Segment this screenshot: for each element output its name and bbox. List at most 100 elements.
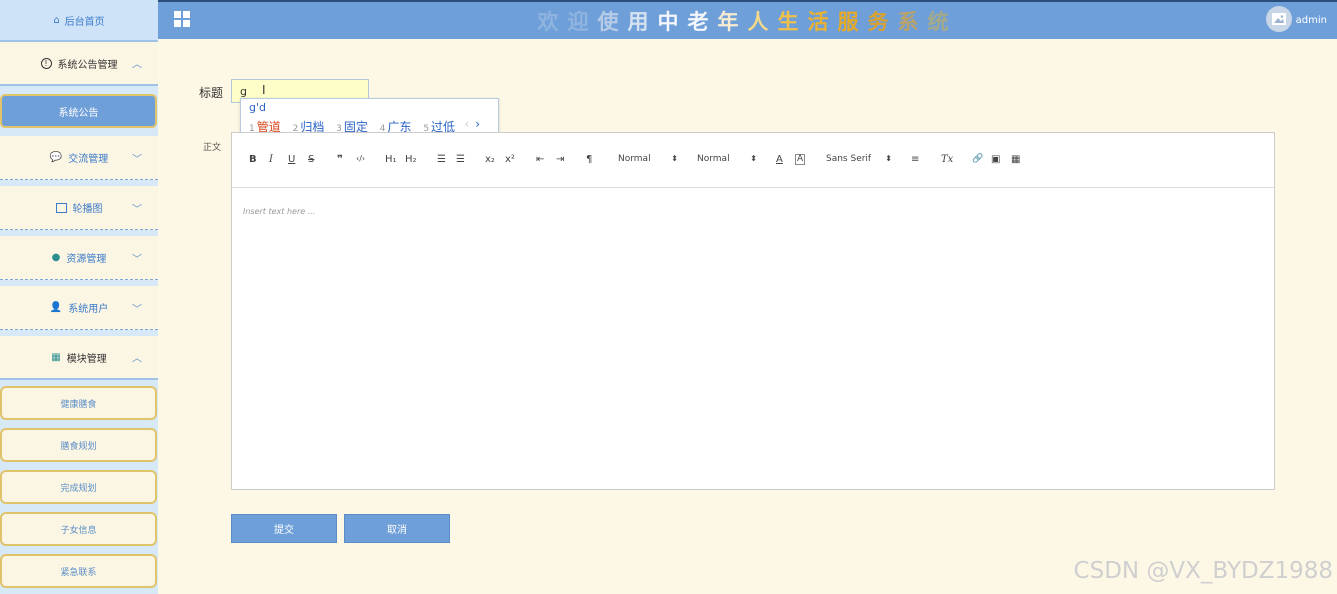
sidebar-sub-label: 膳食规划: [60, 441, 97, 452]
header-1-button[interactable]: H₁: [385, 154, 397, 165]
sidebar: ⌂ 后台首页 ! 系统公告管理 ︿ 系统公告 💬 交流管理 ﹀ 轮播图 ﹀ ● …: [0, 0, 158, 594]
title-char: 统: [927, 10, 958, 34]
title-char: 迎: [567, 10, 598, 34]
title-char: 使: [597, 10, 628, 34]
subscript-button[interactable]: x₂: [485, 154, 495, 165]
select-arrows-icon: ⬍: [671, 154, 678, 163]
title-char: 服: [837, 10, 868, 34]
code-block-button[interactable]: ‹/›: [356, 154, 365, 163]
superscript-button[interactable]: x²: [505, 154, 515, 165]
rich-text-editor: B I U S ❞ ‹/› H₁ H₂ ☰ ☰ x₂ x² ⇤ ⇥ ¶ Norm…: [231, 132, 1275, 490]
indent-button[interactable]: ⇥: [556, 154, 564, 165]
title-char: 活: [807, 10, 838, 34]
text-color-button[interactable]: A: [776, 154, 783, 165]
size-select-value: Normal: [618, 154, 651, 164]
font-select-value: Sans Serif: [826, 154, 872, 164]
ime-composition: g'd: [249, 101, 266, 114]
sidebar-sub-label: 完成规划: [60, 483, 97, 494]
sidebar-item-home[interactable]: ⌂ 后台首页: [0, 0, 158, 42]
editor-placeholder[interactable]: Insert text here ...: [243, 207, 315, 216]
ordered-list-button[interactable]: ☰: [437, 154, 446, 165]
chevron-down-icon: ﹀: [132, 154, 142, 165]
chevron-down-icon: ﹀: [132, 204, 142, 215]
font-select[interactable]: Sans Serif ⬍: [826, 154, 892, 164]
title-char: 欢: [537, 10, 568, 34]
select-arrows-icon: ⬍: [885, 154, 892, 163]
avatar-image-icon: [1272, 13, 1286, 25]
title-char: 用: [627, 10, 658, 34]
sidebar-sub-label: 子女信息: [60, 525, 97, 536]
page-title: 欢迎使用中老年人生活服务系统: [158, 6, 1337, 36]
title-char: 系: [897, 10, 928, 34]
title-char: 年: [717, 10, 748, 34]
sidebar-item-users[interactable]: 👤 系统用户 ﹀: [0, 286, 158, 330]
underline-button[interactable]: U: [288, 154, 295, 165]
sidebar-resources-label: 资源管理: [66, 254, 107, 265]
grid-icon: ▦: [51, 351, 61, 363]
sidebar-item-carousel[interactable]: 轮播图 ﹀: [0, 186, 158, 230]
submit-button[interactable]: 提交: [231, 514, 337, 543]
sidebar-carousel-label: 轮播图: [72, 204, 103, 215]
align-button[interactable]: ≡: [911, 154, 919, 165]
sidebar-item-children-info[interactable]: 子女信息: [0, 512, 157, 546]
sidebar-item-modules[interactable]: ▦ 模块管理 ︿: [0, 336, 158, 380]
body-label: 正文: [203, 143, 222, 153]
sidebar-announcement-active-label: 系统公告: [58, 107, 99, 119]
sidebar-exchange-label: 交流管理: [68, 154, 109, 165]
header-select-value: Normal: [697, 154, 730, 164]
strike-button[interactable]: S: [308, 154, 314, 165]
title-char: 生: [777, 10, 808, 34]
chevron-down-icon: ﹀: [132, 254, 142, 265]
link-button[interactable]: 🔗: [972, 154, 983, 164]
sidebar-item-announcement-management[interactable]: ! 系统公告管理 ︿: [0, 42, 158, 86]
italic-button[interactable]: I: [269, 154, 273, 165]
chat-icon: 💬: [49, 152, 63, 163]
size-select[interactable]: Normal ⬍: [618, 154, 678, 164]
chevron-down-icon: ﹀: [132, 304, 142, 315]
module-submenu: 健康膳食 膳食规划 完成规划 子女信息 紧急联系: [0, 380, 158, 588]
top-header: 欢迎使用中老年人生活服务系统 admin: [158, 0, 1337, 39]
home-icon: ⌂: [53, 14, 60, 26]
title-char: 务: [867, 10, 898, 34]
bullet-list-button[interactable]: ☰: [456, 154, 465, 165]
sidebar-item-resources[interactable]: ● 资源管理 ﹀: [0, 236, 158, 280]
sidebar-item-exchange[interactable]: 💬 交流管理 ﹀: [0, 136, 158, 180]
sidebar-home-label: 后台首页: [64, 16, 105, 28]
avatar[interactable]: [1266, 6, 1292, 32]
text-direction-button[interactable]: ¶: [586, 154, 592, 165]
ime-next-page-icon[interactable]: ›: [475, 117, 480, 131]
title-label: 标题: [199, 86, 224, 100]
outdent-button[interactable]: ⇤: [536, 154, 544, 165]
username[interactable]: admin: [1296, 15, 1327, 26]
blockquote-button[interactable]: ❞: [337, 154, 343, 165]
sidebar-item-healthy-diet[interactable]: 健康膳食: [0, 386, 157, 420]
title-char: 老: [687, 10, 718, 34]
image-icon: [55, 202, 67, 213]
header-select[interactable]: Normal ⬍: [697, 154, 757, 164]
sidebar-item-announcement[interactable]: 系统公告: [0, 94, 157, 128]
title-char: 人: [747, 10, 778, 34]
sidebar-item-diet-plan[interactable]: 膳食规划: [0, 428, 157, 462]
sidebar-modules-label: 模块管理: [66, 353, 107, 365]
chevron-up-icon: ︿: [132, 59, 142, 71]
video-button[interactable]: ▦: [1011, 154, 1020, 165]
sidebar-item-completed-plan[interactable]: 完成规划: [0, 470, 157, 504]
editor-toolbar: B I U S ❞ ‹/› H₁ H₂ ☰ ☰ x₂ x² ⇤ ⇥ ¶ Norm…: [232, 133, 1274, 188]
select-arrows-icon: ⬍: [750, 154, 757, 163]
text-cursor-icon: I: [262, 83, 266, 97]
sidebar-sub-label: 紧急联系: [60, 567, 97, 578]
header-2-button[interactable]: H₂: [405, 154, 417, 165]
image-button[interactable]: ▣: [991, 154, 1000, 165]
clean-format-button[interactable]: Tx: [941, 154, 953, 165]
chevron-up-icon: ︿: [132, 353, 142, 365]
ime-candidate-popup: g'd 1 管道 2 归档 3 固定 4 广东 5 过低 ‹ ›: [240, 98, 499, 136]
cancel-button[interactable]: 取消: [344, 514, 450, 543]
sidebar-announcement-label: 系统公告管理: [57, 59, 118, 71]
bold-button[interactable]: B: [249, 154, 257, 165]
background-color-button[interactable]: A: [795, 154, 806, 165]
user-icon: 👤: [49, 302, 63, 313]
sidebar-item-emergency-contact[interactable]: 紧急联系: [0, 554, 157, 588]
watermark: CSDN @VX_BYDZ1988: [1073, 558, 1333, 584]
ime-prev-page-icon[interactable]: ‹: [464, 117, 469, 131]
title-char: 中: [657, 10, 688, 34]
